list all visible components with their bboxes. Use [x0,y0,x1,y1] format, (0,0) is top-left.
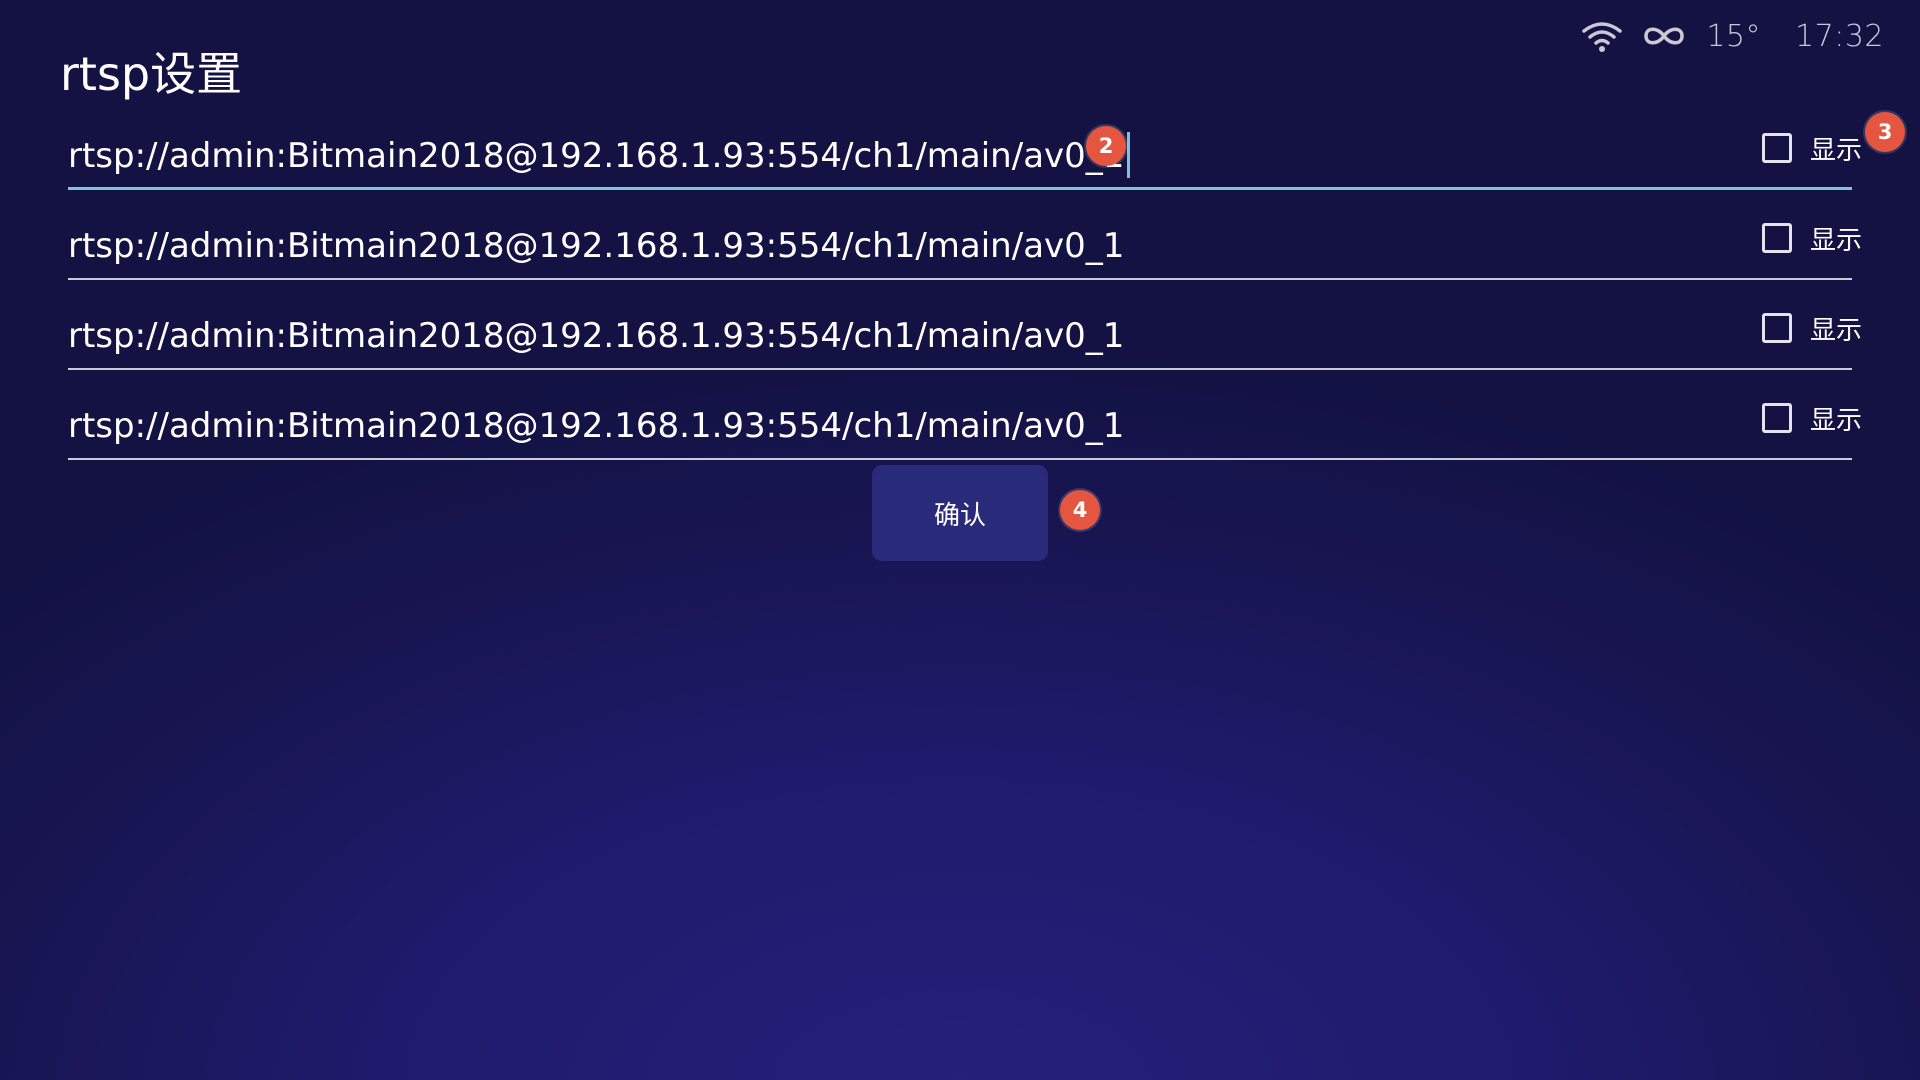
show-option-2[interactable]: 显示 [1761,208,1862,268]
clock: 17:32 [1795,18,1884,54]
show-checkbox-2[interactable] [1761,223,1792,253]
rtsp-url-field-3[interactable]: rtsp://admin:Bitmain2018@192.168.1.93:55… [68,302,1852,370]
rtsp-row-3: rtsp://admin:Bitmain2018@192.168.1.93:55… [68,292,1862,382]
wifi-icon [1582,19,1623,53]
show-label-1: 显示 [1809,135,1862,166]
page-title: rtsp设置 [60,47,243,101]
infinity-icon [1642,23,1686,49]
show-label-2: 显示 [1809,225,1862,256]
rtsp-url-field-4[interactable]: rtsp://admin:Bitmain2018@192.168.1.93:55… [68,392,1852,460]
show-label-4: 显示 [1809,405,1862,436]
text-cursor [1127,131,1131,178]
confirm-button[interactable]: 确认 [872,465,1048,561]
status-bar: 15° 17:32 [1582,14,1884,58]
rtsp-url-field-2[interactable]: rtsp://admin:Bitmain2018@192.168.1.93:55… [68,212,1852,280]
temperature-readout: 15° [1706,18,1762,54]
rtsp-url-text-4: rtsp://admin:Bitmain2018@192.168.1.93:55… [68,406,1125,446]
show-checkbox-1[interactable] [1761,133,1792,163]
rtsp-url-field-1[interactable]: rtsp://admin:Bitmain2018@192.168.1.93:55… [68,122,1852,190]
show-option-4[interactable]: 显示 [1761,388,1862,448]
annotation-badge-url-field: 2 [1086,126,1126,166]
show-option-1[interactable]: 显示 [1761,118,1862,178]
show-option-3[interactable]: 显示 [1761,298,1862,358]
show-checkbox-4[interactable] [1761,403,1792,433]
annotation-badge-show-checkbox: 3 [1865,112,1905,152]
rtsp-url-text-1: rtsp://admin:Bitmain2018@192.168.1.93:55… [68,136,1125,176]
rtsp-row-2: rtsp://admin:Bitmain2018@192.168.1.93:55… [68,202,1862,292]
rtsp-url-list: rtsp://admin:Bitmain2018@192.168.1.93:55… [68,112,1862,472]
rtsp-row-1: rtsp://admin:Bitmain2018@192.168.1.93:55… [68,112,1862,202]
annotation-badge-confirm-button: 4 [1060,490,1100,530]
rtsp-row-4: rtsp://admin:Bitmain2018@192.168.1.93:55… [68,382,1862,472]
rtsp-url-text-3: rtsp://admin:Bitmain2018@192.168.1.93:55… [68,316,1125,356]
show-label-3: 显示 [1809,315,1862,346]
rtsp-url-text-2: rtsp://admin:Bitmain2018@192.168.1.93:55… [68,226,1125,266]
show-checkbox-3[interactable] [1761,313,1792,343]
